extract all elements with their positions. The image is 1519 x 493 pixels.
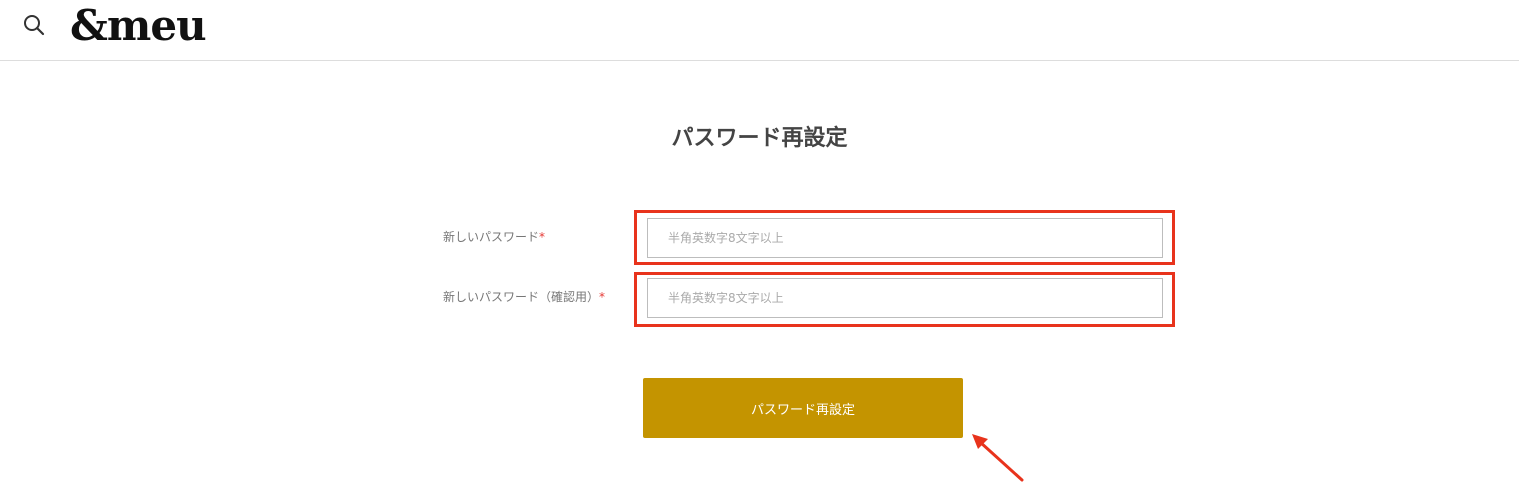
search-button[interactable] xyxy=(20,11,48,39)
annotation-arrow-icon xyxy=(972,434,1024,482)
search-icon xyxy=(24,15,45,36)
new-password-label: 新しいパスワード* xyxy=(443,227,545,247)
confirm-password-input[interactable] xyxy=(647,278,1163,318)
site-header: &meu xyxy=(0,0,1519,61)
new-password-label-text: 新しいパスワード xyxy=(443,230,540,244)
page-title: パスワード再設定 xyxy=(671,126,848,151)
required-mark: * xyxy=(599,290,606,304)
reset-password-button[interactable]: パスワード再設定 xyxy=(643,378,963,438)
site-logo[interactable]: &meu xyxy=(70,0,207,52)
confirm-password-label: 新しいパスワード（確認用）* xyxy=(443,287,605,307)
required-mark: * xyxy=(539,230,546,244)
confirm-password-label-text: 新しいパスワード（確認用） xyxy=(443,290,600,304)
new-password-input[interactable] xyxy=(647,218,1163,258)
